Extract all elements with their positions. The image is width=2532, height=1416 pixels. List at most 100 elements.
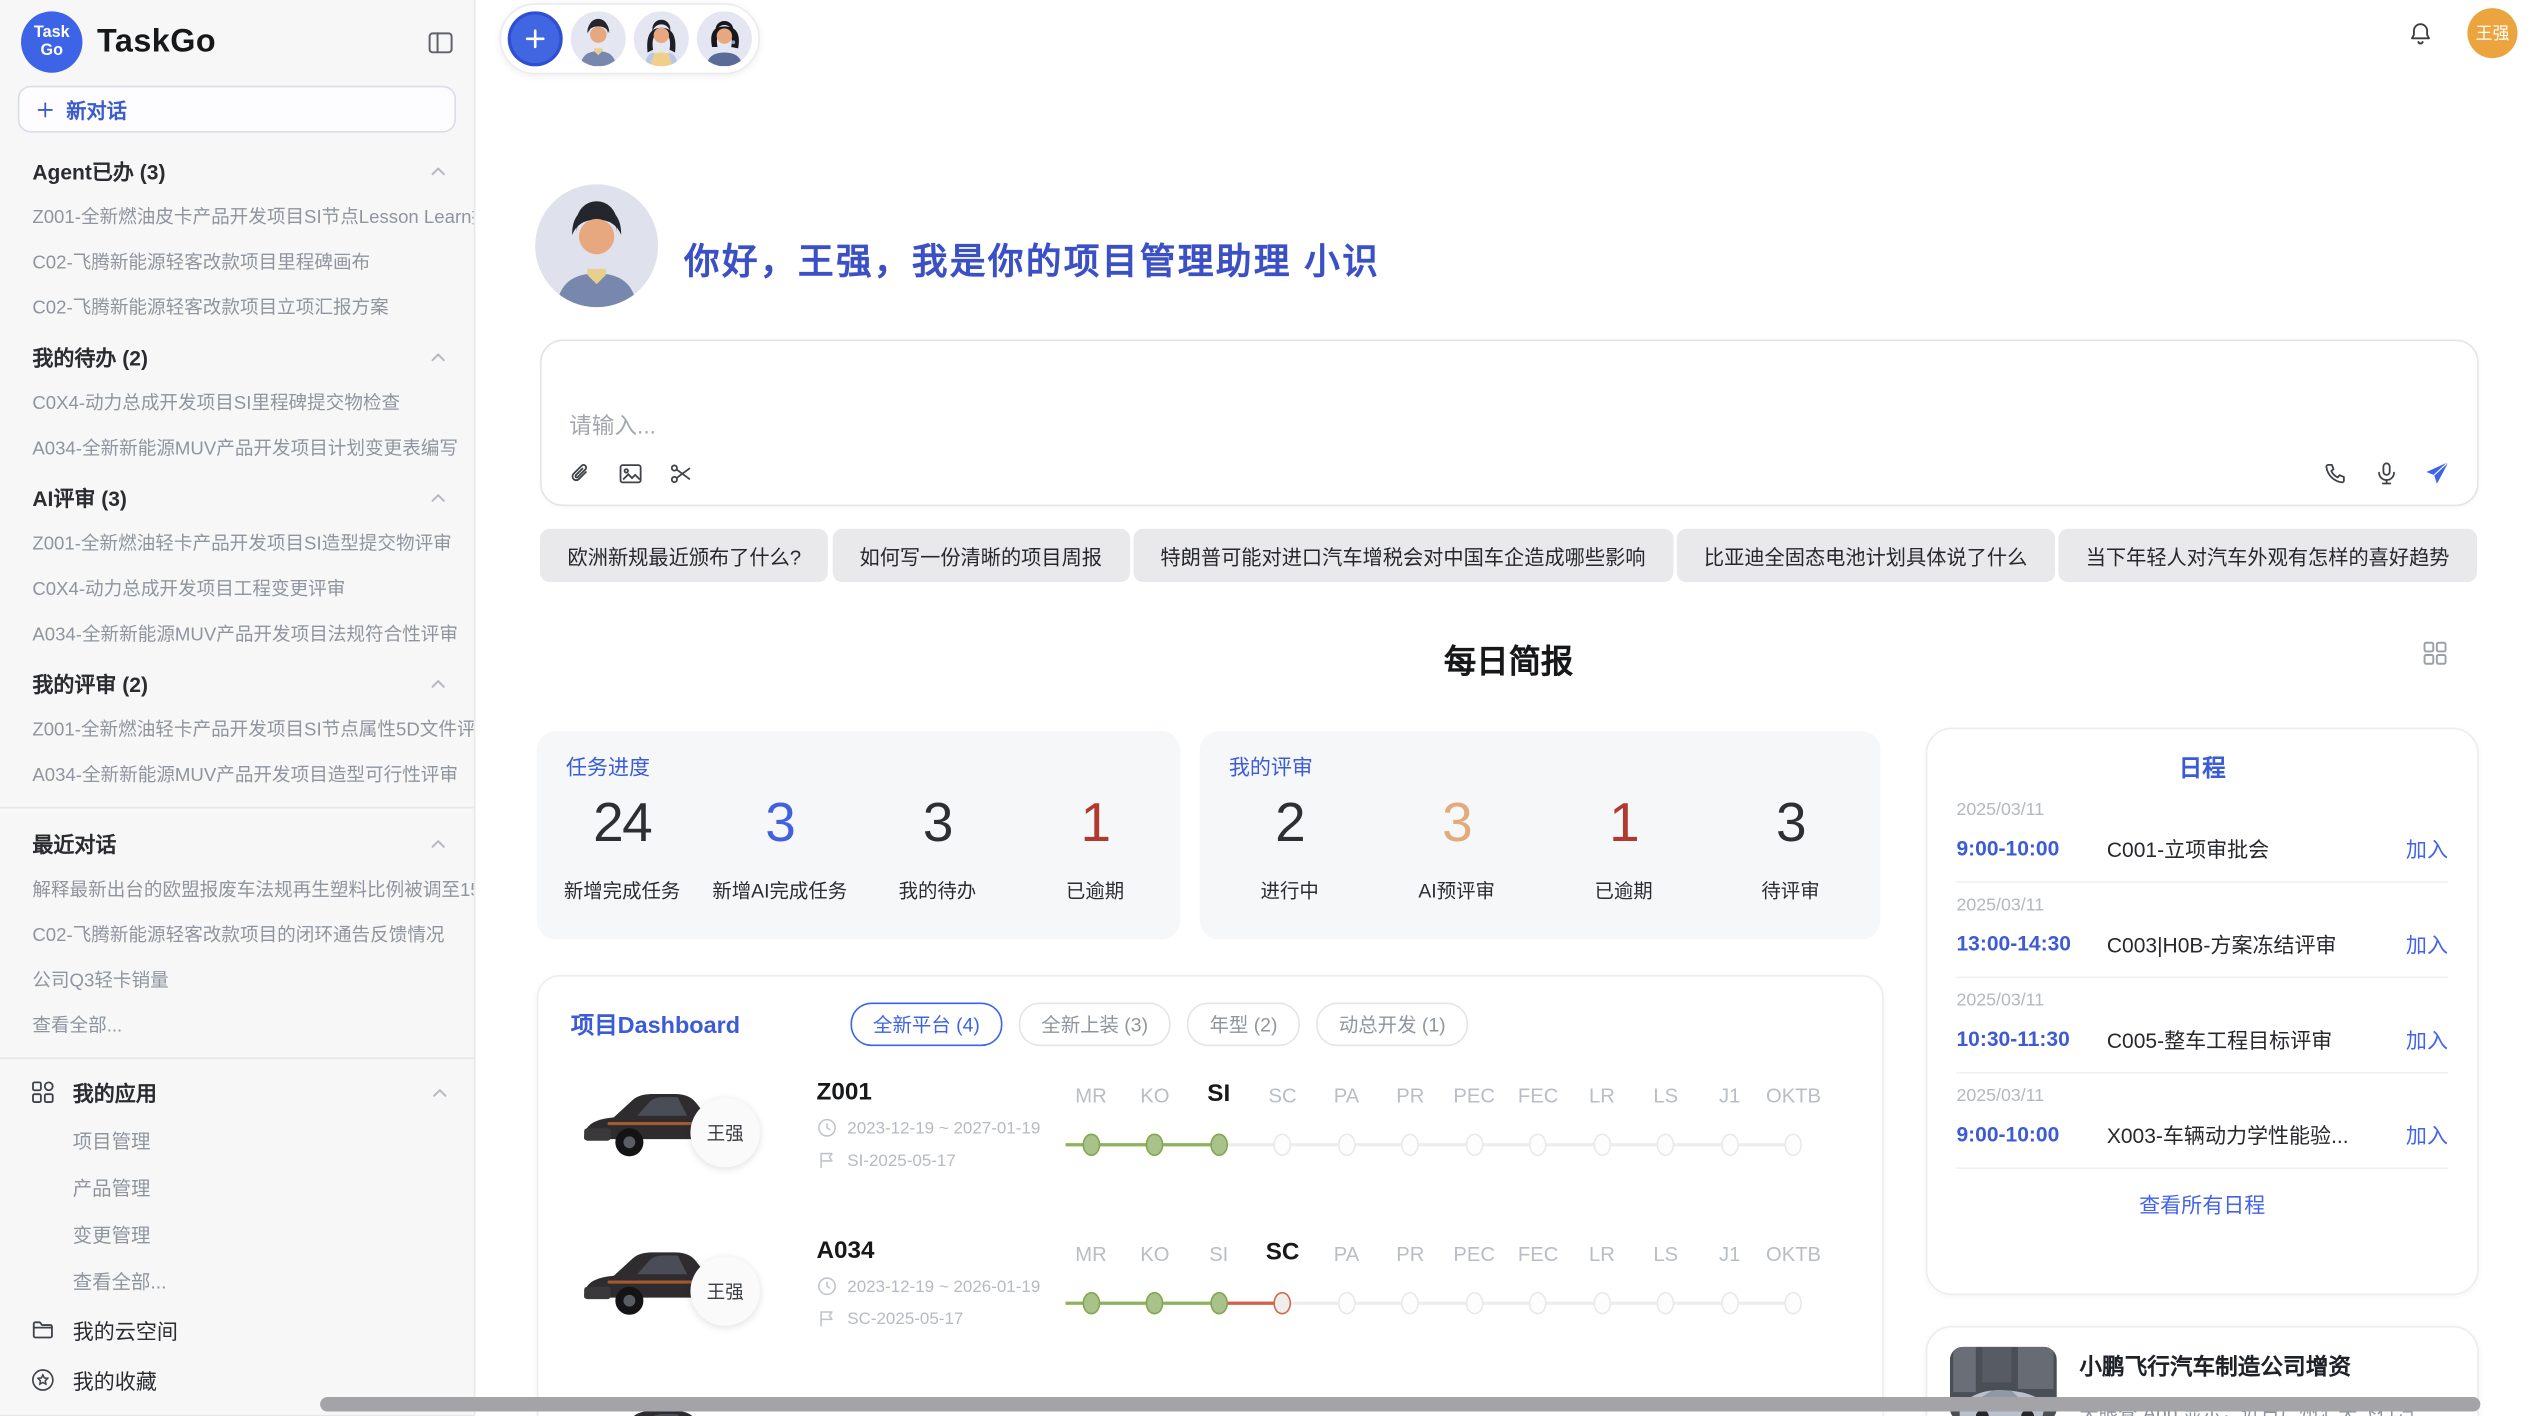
user-avatar[interactable]: 王强 (2467, 8, 2517, 58)
milestone-chain: MRKOSISCPAPRPECFECLRLSJ1OKTB (1059, 1062, 1825, 1178)
dashboard-filter-tab[interactable]: 全新平台 (4) (850, 1002, 1002, 1046)
sidebar-task-item[interactable]: A034-全新新能源MUV产品开发项目法规符合性评审 (0, 611, 474, 656)
agent-avatar[interactable] (697, 11, 752, 66)
phone-call-icon[interactable] (2323, 460, 2349, 486)
chevron-up-icon (427, 672, 450, 695)
paperclip-icon[interactable] (568, 461, 594, 487)
suggestion-chip[interactable]: 当下年轻人对汽车外观有怎样的喜好趋势 (2058, 529, 2477, 582)
schedule-row: 13:00-14:30C003|H0B-方案冻结评审加入 (1956, 928, 2448, 959)
composer-actions (2323, 459, 2451, 486)
stat-label: AI预评审 (1373, 876, 1540, 903)
sidebar-collapse-icon[interactable] (427, 28, 454, 55)
schedule-item: 2025/03/119:00-10:00C001-立项审批会加入 (1956, 787, 2448, 882)
project-row[interactable]: 王强A0342023-12-19 ~ 2026-01-19SC-2025-05-… (538, 1221, 1882, 1379)
milestone-node (1785, 1292, 1803, 1315)
stat-item: 3AI预评审 (1373, 789, 1540, 904)
agent-avatar[interactable] (571, 11, 626, 66)
schedule-view-all-link[interactable]: 查看所有日程 (1956, 1169, 2448, 1239)
my-review-stats: 2进行中3AI预评审1已逾期3待评审 (1206, 789, 1874, 904)
notification-bell-icon[interactable] (2408, 21, 2434, 47)
project-owner-badge: 王强 (690, 1098, 760, 1168)
milestone-node (1465, 1292, 1483, 1315)
sidebar-task-item[interactable]: Z001-全新燃油皮卡产品开发项目SI节点Lesson Learn报告 (0, 194, 474, 239)
sidebar-app-item[interactable]: 变更管理 (0, 1211, 474, 1258)
sidebar-app-item[interactable]: 项目管理 (0, 1117, 474, 1164)
recent-view-all-link[interactable]: 查看全部... (0, 1002, 474, 1047)
milestone-node (1785, 1133, 1803, 1156)
assistant-avatar (535, 184, 658, 307)
milestone-station: LS (1634, 1062, 1698, 1107)
sidebar-recent-chat-item[interactable]: C02-飞腾新能源轻客改款项目的闭环通告反馈情况 (0, 912, 474, 957)
dashboard-filter-tab[interactable]: 动总开发 (1) (1316, 1002, 1468, 1046)
sidebar-section-recent[interactable]: 最近对话 (0, 817, 474, 867)
apps-view-all-link[interactable]: 查看全部... (0, 1258, 474, 1305)
daily-briefing-title: 每日简报 (1444, 645, 1573, 681)
stat-item: 2进行中 (1206, 789, 1373, 904)
suggestion-chip[interactable]: 特朗普可能对进口汽车增税会对中国车企造成哪些影响 (1133, 529, 1673, 582)
agent-switcher-pill (500, 3, 760, 74)
sidebar-task-item[interactable]: A034-全新新能源MUV产品开发项目计划变更表编写 (0, 425, 474, 470)
schedule-item: 2025/03/1113:00-14:30C003|H0B-方案冻结评审加入 (1956, 883, 2448, 978)
sidebar-task-item[interactable]: A034-全新新能源MUV产品开发项目造型可行性评审 (0, 752, 474, 797)
sidebar-task-item[interactable]: Z001-全新燃油轻卡产品开发项目SI节点属性5D文件评审 (0, 707, 474, 752)
suggestion-chip[interactable]: 欧洲新规最近颁布了什么? (540, 529, 829, 582)
insert-image-icon[interactable] (618, 461, 644, 487)
suggestion-chip[interactable]: 如何写一份清晰的项目周报 (832, 529, 1130, 582)
sidebar-recent-chat-item[interactable]: 公司Q3轻卡销量 (0, 957, 474, 1002)
milestone-station: J1 (1698, 1062, 1762, 1107)
new-chat-button[interactable]: 新对话 (18, 86, 456, 133)
sidebar-section-header[interactable]: Agent已办 (3) (0, 144, 474, 194)
schedule-event-title: C003|H0B-方案冻结评审 (2107, 928, 2406, 959)
sidebar-task-item[interactable]: C02-飞腾新能源轻客改款项目立项汇报方案 (0, 285, 474, 330)
sidebar-task-item[interactable]: C0X4-动力总成开发项目SI里程碑提交物检查 (0, 380, 474, 425)
sidebar-recent-chat-item[interactable]: 解释最新出台的欧盟报废车法规再生塑料比例被调至15%... (0, 867, 474, 912)
stat-label: 已逾期 (1016, 876, 1174, 903)
schedule-join-link[interactable]: 加入 (2406, 928, 2448, 959)
send-icon[interactable] (2424, 459, 2451, 486)
recent-title: 最近对话 (32, 828, 116, 859)
sidebar-item-cloud[interactable]: 我的云空间 (0, 1305, 474, 1355)
milestone-node (1401, 1133, 1419, 1156)
sidebar-task-item[interactable]: Z001-全新燃油轻卡产品开发项目SI造型提交物评审 (0, 521, 474, 566)
sidebar-section-header[interactable]: 我的评审 (2) (0, 656, 474, 706)
agent-avatar[interactable] (634, 11, 689, 66)
milestone-node (1082, 1292, 1100, 1315)
sidebar-app-item[interactable]: 产品管理 (0, 1164, 474, 1211)
milestone-station: PR (1378, 1062, 1442, 1107)
schedule-time: 10:30-11:30 (1956, 1027, 2106, 1051)
chat-input-box[interactable]: 请输入... (540, 340, 2479, 507)
horizontal-scrollbar[interactable] (320, 1397, 2480, 1412)
milestone-station: KO (1123, 1221, 1187, 1266)
schedule-card: 日程 2025/03/119:00-10:00C001-立项审批会加入2025/… (1926, 728, 2479, 1296)
star-icon (31, 1368, 55, 1392)
sidebar-section-header[interactable]: AI评审 (3) (0, 471, 474, 521)
dashboard-header: 项目Dashboard 全新平台 (4)全新上装 (3)年型 (2)动总开发 (… (538, 977, 1882, 1050)
milestone-station: FEC (1506, 1062, 1570, 1107)
add-agent-button[interactable] (508, 11, 563, 66)
milestone-node (1338, 1292, 1356, 1315)
project-date-range: 2023-12-19 ~ 2027-01-19 (817, 1117, 1060, 1138)
scissors-icon[interactable] (668, 461, 694, 487)
microphone-icon[interactable] (2374, 460, 2400, 486)
schedule-join-link[interactable]: 加入 (2406, 1023, 2448, 1054)
sidebar-item-my-apps[interactable]: 我的应用 (0, 1067, 474, 1117)
project-dates-text: 2023-12-19 ~ 2027-01-19 (847, 1118, 1040, 1137)
sidebar-my-apps: 我的应用 项目管理产品管理变更管理 查看全部... (0, 1067, 474, 1305)
chevron-up-icon (427, 832, 450, 855)
sidebar-task-item[interactable]: C02-飞腾新能源轻客改款项目里程碑画布 (0, 239, 474, 284)
task-progress-title: 任务进度 (566, 750, 650, 781)
new-chat-label: 新对话 (66, 94, 127, 125)
sidebar-section-header[interactable]: 我的待办 (2) (0, 330, 474, 380)
sidebar-recent-chats: 最近对话 解释最新出台的欧盟报废车法规再生塑料比例被调至15%...C02-飞腾… (0, 817, 474, 1048)
sidebar-task-item[interactable]: C0X4-动力总成开发项目工程变更评审 (0, 566, 474, 611)
milestone-label: MR (1059, 1085, 1123, 1108)
layout-grid-icon[interactable] (2422, 640, 2448, 666)
dashboard-filter-tab[interactable]: 年型 (2) (1187, 1002, 1300, 1046)
milestone-label: OKTB (1762, 1085, 1826, 1108)
project-row[interactable]: 王强Z0012023-12-19 ~ 2027-01-19SI-2025-05-… (538, 1062, 1882, 1220)
schedule-join-link[interactable]: 加入 (2406, 1119, 2448, 1150)
schedule-join-link[interactable]: 加入 (2406, 833, 2448, 864)
milestone-node (1210, 1292, 1228, 1315)
suggestion-chip[interactable]: 比亚迪全固态电池计划具体说了什么 (1676, 529, 2054, 582)
dashboard-filter-tab[interactable]: 全新上装 (3) (1019, 1002, 1171, 1046)
